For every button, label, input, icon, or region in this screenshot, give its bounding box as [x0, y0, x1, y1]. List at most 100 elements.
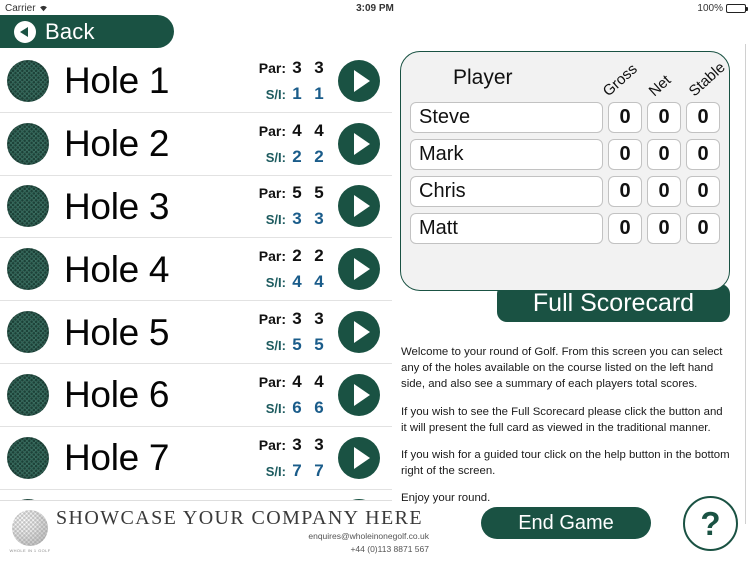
hole-row[interactable]: Hole 6 Par: 4 4 S/I: 6 6 — [0, 364, 392, 427]
hole-row[interactable]: Hole 4 Par: 2 2 S/I: 4 4 — [0, 238, 392, 302]
hole-list[interactable]: Hole 1 Par: 3 3 S/I: 1 1 Hole 2 Par: 4 4 S/I: 2 2 Hole… — [0, 50, 392, 500]
golf-ball-icon — [7, 373, 49, 416]
stroke-index-value-b: 5 — [314, 335, 324, 355]
scorecard-header: Player Gross Net Stable — [401, 52, 729, 102]
par-value-a: 3 — [292, 434, 302, 454]
battery-full-icon — [726, 3, 748, 13]
back-button-label: Back — [45, 18, 95, 44]
stroke-index-value-b: 7 — [314, 460, 324, 480]
status-bar-time: 3:09 PM — [356, 2, 394, 14]
net-score-cell[interactable]: 0 — [647, 102, 681, 133]
net-score-cell[interactable]: 0 — [647, 176, 681, 207]
par-line: Par: 44 — [250, 121, 330, 141]
play-hole-button[interactable] — [338, 248, 380, 291]
par-value-a: 3 — [292, 309, 302, 329]
help-button[interactable]: ? — [683, 496, 738, 551]
par-line: Par: 2 2 — [250, 246, 330, 266]
hole-name-label: Hole 5 — [64, 311, 170, 353]
par-line: Par: 3 3 — [250, 309, 330, 329]
app-root: Carrier 3:09 PM 100% Back Hole 1 Par: 3 3 S/… — [0, 0, 750, 562]
hole-name-label: Hole 2 — [64, 123, 170, 165]
battery-percent-label: 100% — [697, 2, 723, 14]
stroke-index-value-a: 7 — [292, 460, 302, 480]
gross-score-cell[interactable]: 0 — [608, 176, 642, 207]
hole-row[interactable]: Hole 2 Par: 4 4 S/I: 2 2 — [0, 113, 392, 176]
column-header-stable: Stable — [685, 58, 729, 100]
advert-phone: +44 (0)113 8871 567 — [350, 544, 429, 554]
stroke-index-value-b: 2 — [314, 146, 324, 166]
golf-ball-icon — [7, 185, 49, 228]
advert-headline: SHOWCASE YOUR COMPANY HERE — [56, 507, 423, 530]
stroke-index-line: S/I: 4 4 — [250, 272, 330, 292]
gross-score-cell[interactable]: 0 — [608, 213, 642, 244]
scorecard-row: Steve 0 0 0 — [401, 102, 729, 133]
stroke-index-value-a: 6 — [292, 397, 302, 417]
advert-text: SHOWCASE YOUR COMPANY HERE enquires@whol… — [56, 507, 447, 556]
net-score-cell[interactable]: 0 — [647, 139, 681, 170]
hole-stats: Par: 2 2 S/I: 4 4 — [250, 238, 330, 300]
golf-ball-icon — [7, 436, 49, 479]
hole-stats: Par: 4 4 S/I: 6 6 — [250, 364, 330, 426]
par-key: Par: — [258, 122, 286, 139]
gross-score-cell[interactable]: 0 — [608, 102, 642, 133]
stable-score-cell[interactable]: 0 — [686, 213, 720, 244]
advert-banner[interactable]: WHOLE IN 1 GOLF SHOWCASE YOUR COMPANY HE… — [0, 500, 429, 562]
info-paragraph-2: If you wish to see the Full Scorecard pl… — [401, 405, 723, 434]
status-bar: Carrier 3:09 PM 100% — [0, 0, 750, 16]
play-triangle-icon — [354, 446, 370, 469]
scorecard-rows: Steve 0 0 0 Mark 0 0 0 Chris 0 0 0 Matt 0 0 0 — [401, 102, 729, 244]
stroke-index-key: S/I: — [265, 212, 286, 228]
par-value-b: 3 — [314, 57, 324, 77]
player-name-input[interactable]: Mark — [410, 139, 603, 170]
golf-ball-icon — [7, 248, 49, 291]
stroke-index-key: S/I: — [265, 338, 286, 354]
hole-name-label: Hole 1 — [64, 60, 170, 102]
stroke-index-line: S/I: 2 2 — [250, 147, 330, 167]
hole-stats: Par: 3 3 S/I: 7 7 — [250, 427, 330, 489]
stroke-index-line: S/I: 7 7 — [250, 461, 330, 481]
play-hole-button[interactable] — [338, 373, 380, 416]
play-triangle-icon — [354, 195, 370, 218]
full-scorecard-label: Full Scorecard — [532, 288, 695, 317]
stroke-index-value-b: 4 — [314, 272, 324, 292]
hole-row[interactable]: Hole 8Par:44S/I:88 — [0, 490, 392, 500]
par-key: Par: — [258, 373, 286, 390]
hole-name-label: Hole 3 — [64, 185, 170, 227]
hole-name-label: Hole 6 — [64, 374, 170, 416]
hole-name-label: Hole 4 — [64, 248, 170, 290]
play-hole-button[interactable] — [338, 311, 380, 354]
play-hole-button[interactable] — [338, 59, 380, 102]
par-value-b: 3 — [314, 434, 324, 454]
hole-row[interactable]: Hole 1 Par: 3 3 S/I: 1 1 — [0, 50, 392, 113]
stroke-index-value-b: 6 — [314, 397, 324, 417]
hole-row[interactable]: Hole 3 Par: 5 5 S/I: 3 3 — [0, 176, 392, 239]
player-name-input[interactable]: Steve — [410, 102, 603, 133]
player-name-input[interactable]: Chris — [410, 176, 603, 207]
stroke-index-value-a: 5 — [292, 335, 302, 355]
info-paragraph-3: If you wish for a guided tour click on t… — [401, 448, 730, 478]
back-button[interactable]: Back — [0, 15, 174, 48]
play-hole-button[interactable] — [338, 122, 380, 165]
stable-score-cell[interactable]: 0 — [686, 102, 720, 133]
hole-row[interactable]: Hole 7 Par: 3 3 S/I: 7 7 — [0, 427, 392, 490]
hole-row[interactable]: Hole 5 Par: 3 3 S/I: 5 5 — [0, 301, 392, 364]
play-triangle-icon — [354, 258, 370, 281]
column-header-player: Player — [453, 66, 513, 89]
back-arrow-icon — [14, 20, 36, 43]
play-hole-button[interactable] — [338, 185, 380, 228]
par-value-a: 5 — [292, 183, 302, 203]
stable-score-cell[interactable]: 0 — [686, 139, 720, 170]
stroke-index-line: S/I: 6 6 — [250, 398, 330, 418]
par-value-a: 2 — [292, 246, 302, 266]
stroke-index-key: S/I: — [265, 463, 286, 479]
player-name-input[interactable]: Matt — [410, 213, 603, 244]
stroke-index-value-a: 4 — [292, 272, 302, 292]
gross-score-cell[interactable]: 0 — [608, 139, 642, 170]
stable-score-cell[interactable]: 0 — [686, 176, 720, 207]
par-value-b: 2 — [314, 246, 324, 266]
stroke-index-line: S/I: 1 1 — [250, 84, 330, 104]
end-game-button[interactable]: End Game — [481, 507, 651, 539]
net-score-cell[interactable]: 0 — [647, 213, 681, 244]
play-hole-button[interactable] — [338, 436, 380, 479]
play-triangle-icon — [354, 132, 370, 155]
